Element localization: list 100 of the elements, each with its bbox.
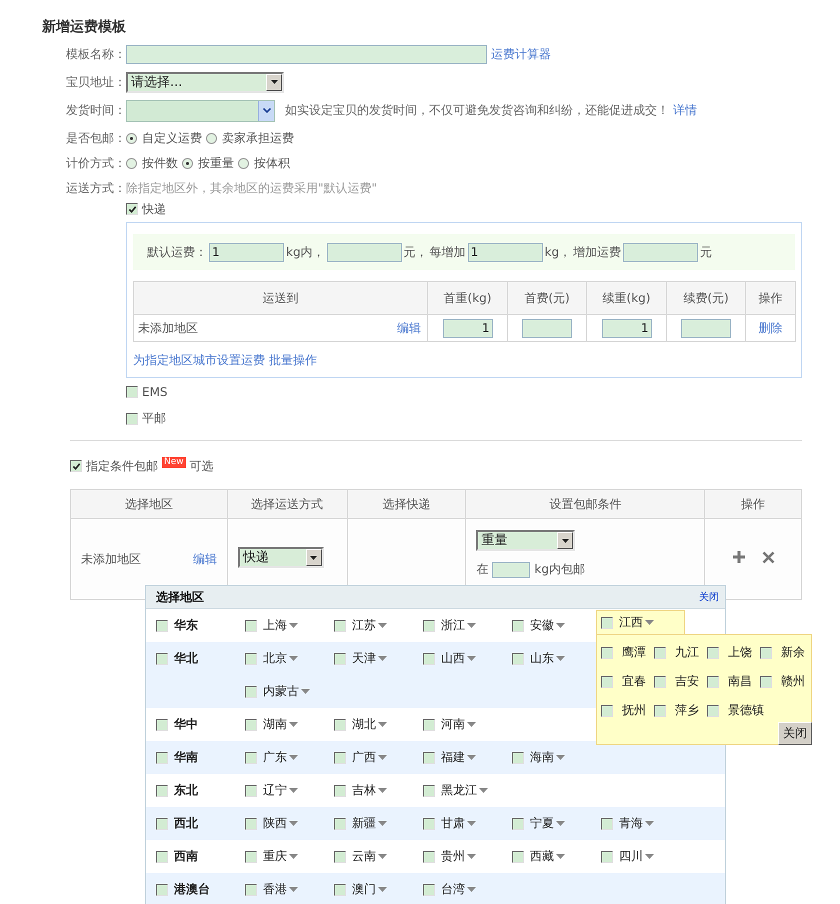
checkbox[interactable] <box>423 818 435 830</box>
checkbox[interactable] <box>512 850 524 862</box>
checkbox[interactable] <box>156 784 168 796</box>
checkbox[interactable] <box>423 884 435 896</box>
checkbox-label[interactable]: 平邮 <box>142 410 166 427</box>
city-label[interactable]: 抚州 <box>622 702 646 719</box>
link[interactable]: 为指定地区城市设置运费 <box>133 352 265 368</box>
checkbox[interactable] <box>126 412 138 424</box>
input-field[interactable] <box>126 44 487 64</box>
checkbox[interactable] <box>334 884 346 896</box>
checkbox-label[interactable]: 指定条件包邮 <box>86 458 158 474</box>
province-label[interactable]: 辽宁 <box>263 782 287 799</box>
close-button[interactable]: 关闭 <box>778 722 812 745</box>
radio-button[interactable] <box>238 158 249 169</box>
cross-icon[interactable] <box>762 550 775 564</box>
province-label[interactable]: 天津 <box>352 650 376 667</box>
checkbox[interactable] <box>334 850 346 862</box>
caret-icon[interactable] <box>557 532 574 549</box>
link[interactable]: 批量操作 <box>269 352 317 368</box>
close-link[interactable]: 关闭 <box>699 590 719 604</box>
province-label[interactable]: 江西 <box>619 614 643 631</box>
province-label[interactable]: 台湾 <box>441 881 465 898</box>
checkbox[interactable] <box>423 652 435 664</box>
checkbox[interactable] <box>245 784 257 796</box>
province-label[interactable]: 陕西 <box>263 815 287 832</box>
select-field[interactable]: 重量 <box>476 530 576 551</box>
province-label[interactable]: 吉林 <box>352 782 376 799</box>
province-label[interactable]: 青海 <box>619 815 643 832</box>
checkbox[interactable] <box>126 386 138 398</box>
province-label[interactable]: 浙江 <box>441 617 465 634</box>
radio-label[interactable]: 按体积 <box>254 155 290 172</box>
province-label[interactable]: 内蒙古 <box>263 683 299 700</box>
province-label[interactable]: 海南 <box>530 749 554 766</box>
input-field[interactable]: 1 <box>468 242 543 262</box>
checkbox-label[interactable]: 快递 <box>142 200 166 218</box>
checkbox[interactable] <box>156 752 168 764</box>
province-label[interactable]: 重庆 <box>263 848 287 865</box>
caret-icon[interactable] <box>306 549 322 566</box>
select-field[interactable]: 快递 <box>238 547 324 568</box>
city-label[interactable]: 吉安 <box>675 673 699 690</box>
checkbox[interactable] <box>601 646 613 658</box>
checkbox[interactable] <box>245 620 257 632</box>
checkbox[interactable] <box>423 850 435 862</box>
province-label[interactable]: 四川 <box>619 848 643 865</box>
input-field[interactable]: 1 <box>209 242 284 262</box>
checkbox[interactable] <box>423 718 435 730</box>
province-label[interactable]: 广西 <box>352 749 376 766</box>
radio-button[interactable] <box>182 158 193 169</box>
province-label[interactable]: 安徽 <box>530 617 554 634</box>
checkbox[interactable] <box>334 620 346 632</box>
dropdown-field[interactable] <box>126 100 275 122</box>
checkbox[interactable] <box>423 752 435 764</box>
checkbox[interactable] <box>156 818 168 830</box>
radio-button[interactable] <box>126 132 137 144</box>
province-label[interactable]: 甘肃 <box>441 815 465 832</box>
radio-label[interactable]: 按重量 <box>198 155 234 172</box>
checkbox[interactable] <box>654 704 666 716</box>
input-field[interactable]: 1 <box>602 318 652 338</box>
province-label[interactable]: 宁夏 <box>530 815 554 832</box>
region-group-label[interactable]: 华中 <box>174 716 198 733</box>
checkbox[interactable] <box>245 718 257 730</box>
checkbox-label[interactable]: EMS <box>142 384 168 398</box>
checkbox[interactable] <box>245 818 257 830</box>
checkbox[interactable] <box>156 652 168 664</box>
province-label[interactable]: 新疆 <box>352 815 376 832</box>
link[interactable]: 详情 <box>673 102 697 119</box>
checkbox[interactable] <box>126 203 138 215</box>
checkbox[interactable] <box>423 784 435 796</box>
checkbox[interactable] <box>334 752 346 764</box>
province-label[interactable]: 云南 <box>352 848 376 865</box>
province-label[interactable]: 福建 <box>441 749 465 766</box>
checkbox[interactable] <box>601 704 613 716</box>
checkbox[interactable] <box>601 616 613 628</box>
input-field[interactable] <box>623 242 698 262</box>
province-label[interactable]: 黑龙江 <box>441 782 477 799</box>
province-label[interactable]: 澳门 <box>352 881 376 898</box>
radio-button[interactable] <box>126 158 137 169</box>
radio-label[interactable]: 卖家承担运费 <box>222 130 294 146</box>
checkbox[interactable] <box>760 646 772 658</box>
checkbox[interactable] <box>334 818 346 830</box>
city-label[interactable]: 鹰潭 <box>622 644 646 661</box>
checkbox[interactable] <box>245 652 257 664</box>
region-group-label[interactable]: 华北 <box>174 650 198 667</box>
region-group-label[interactable]: 华东 <box>174 617 198 634</box>
checkbox[interactable] <box>156 718 168 730</box>
checkbox[interactable] <box>156 850 168 862</box>
select-field[interactable]: 请选择... <box>126 72 284 92</box>
input-field[interactable] <box>326 242 402 262</box>
city-label[interactable]: 萍乡 <box>675 702 699 719</box>
province-label[interactable]: 山西 <box>441 650 465 667</box>
province-label[interactable]: 湖北 <box>352 716 376 733</box>
checkbox[interactable] <box>512 652 524 664</box>
checkbox[interactable] <box>156 620 168 632</box>
checkbox[interactable] <box>654 646 666 658</box>
city-label[interactable]: 赣州 <box>781 673 805 690</box>
checkbox[interactable] <box>156 884 168 896</box>
checkbox[interactable] <box>245 884 257 896</box>
radio-button[interactable] <box>206 132 217 144</box>
checkbox[interactable] <box>512 752 524 764</box>
edit-link[interactable]: 编辑 <box>192 550 217 568</box>
